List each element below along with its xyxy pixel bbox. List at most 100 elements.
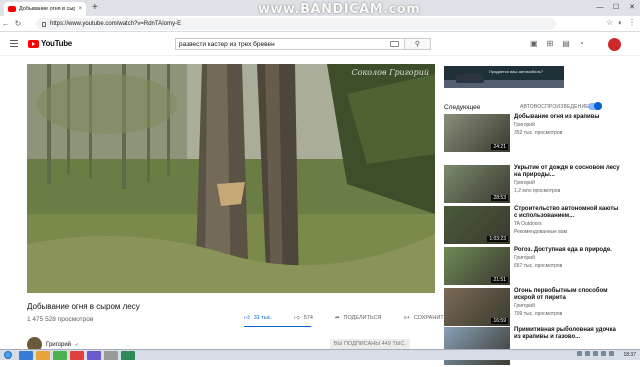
app-taskbar-icon[interactable] [87,350,101,360]
start-button[interactable] [0,350,16,360]
video-watermark: Соколов Григорий [351,68,430,77]
tray-icon[interactable] [577,351,582,356]
lock-icon [42,21,46,27]
youtube-header: YouTube развести кастер из трех бревен ⚲… [0,32,640,56]
video-thumbnail[interactable]: 28:53 [444,165,510,203]
recommendation-meta: 657 тыс. просмотров [514,262,563,269]
browser-tab[interactable]: Добывание огня в сыр... × [4,2,86,16]
ad-text: Продается ваш автомобиль? [489,69,543,74]
recommendation-item[interactable]: 16:59 Огонь первобытным способом искрой о… [444,288,624,328]
bandicam-watermark: www.BANDICAM.com [258,2,421,17]
recommendation-title[interactable]: Примитивная рыболовная удочка из крапивы… [514,327,620,341]
keyboard-icon[interactable] [390,41,399,47]
browser-tab-bar: Добывание огня в сыр... × + www.BANDICAM… [0,0,640,17]
ad-banner[interactable]: Продается ваш автомобиль? [444,66,564,88]
clock: 18:37 [623,352,636,358]
duration-badge: 21:51 [491,277,508,283]
maximize-button[interactable]: ☐ [608,0,624,14]
search-icon: ⚲ [414,41,421,48]
recommendation-channel: TA Outdoors [514,221,542,227]
account-avatar[interactable] [608,38,621,51]
media-taskbar-icon[interactable] [70,350,84,360]
autoplay-toggle[interactable] [588,102,602,110]
recommendation-title[interactable]: Строительство автономной каюты с использ… [514,206,620,220]
explorer-taskbar-icon[interactable] [19,350,33,360]
bookmark-star-icon[interactable]: ☆ [606,18,613,27]
save-button[interactable]: СОХРАНИТЬ [414,315,447,321]
recommendation-meta: 799 тыс. просмотров [514,310,563,317]
apps-grid-icon[interactable]: ⊞ [547,39,554,48]
recommendation-item[interactable]: Примитивная рыболовная удочка из крапивы… [444,327,624,367]
duration-badge: 24:21 [491,144,508,150]
app3-taskbar-icon[interactable] [121,350,135,360]
upload-video-icon[interactable]: ▣ [530,39,538,48]
search-button[interactable]: ⚲ [405,38,431,50]
recommendation-item[interactable]: 21:51 Рогоз. Доступная еда в природе. Григ… [444,247,624,287]
minimize-button[interactable]: — [592,0,608,14]
youtube-favicon-icon [8,6,16,12]
view-count: 1 475 528 просмотров [27,316,94,323]
recommendation-channel: Григорий [514,255,535,261]
recommendation-meta: Рекомендованные вам [514,228,568,235]
url-text: https://www.youtube.com/watch?v=RdnTAIom… [50,21,182,27]
recommendation-info: Укрытие от дождя в сосновом лесу на прир… [514,165,620,205]
folder-taskbar-icon[interactable] [36,350,50,360]
tray-icon[interactable] [593,351,598,356]
url-field[interactable]: https://www.youtube.com/watch?v=RdnTAIom… [36,18,556,30]
dislike-count[interactable]: 574 [304,315,313,321]
video-player[interactable]: Соколов Григорий [27,64,435,293]
ad-car-graphic [456,74,484,83]
recommendation-info: Огонь первобытным способом искрой от пир… [514,288,620,328]
recommendation-channel: Григорий [514,122,535,128]
recommendation-title[interactable]: Укрытие от дождя в сосновом лесу на прир… [514,165,620,179]
chrome-taskbar-icon[interactable] [53,350,67,360]
recommendation-channel: Григорий [514,180,535,186]
browser-menu-icon[interactable]: ⋮ [628,18,636,27]
channel-name[interactable]: Григорий [46,342,71,348]
notifications-bell-icon[interactable]: ◔ [579,39,584,48]
video-actions: 👍︎ 31 тыс. 👎︎ 574 ➦ ПОДЕЛИТЬСЯ ≡+ СОХРАН… [244,315,475,321]
recommendation-info: Примитивная рыболовная удочка из крапивы… [514,327,620,367]
verified-icon: ✔ [75,341,79,347]
video-thumbnail[interactable]: 16:59 [444,288,510,326]
recommendation-item[interactable]: 1:03:23 Строительство автономной каюты с … [444,206,624,246]
video-thumbnail[interactable]: 21:51 [444,247,510,285]
hamburger-menu-icon[interactable] [10,40,18,47]
like-count[interactable]: 31 тыс. [254,315,272,321]
header-icons: ▣ ⊞ ▤ ◔ [530,39,584,48]
windows-taskbar: 18:37 [0,349,640,360]
duration-badge: 16:59 [491,318,508,324]
like-ratio-bar [244,326,312,327]
tray-icon[interactable] [601,351,606,356]
recommendation-title[interactable]: Добывание огня из крапивы [514,114,620,121]
save-icon: ≡+ [403,315,410,321]
recommendation-info: Добывание огня из крапивы Григорий 352 тыс… [514,114,620,154]
recommendation-meta: 352 тыс. просмотров [514,129,563,136]
like-icon[interactable]: 👍︎ [244,315,250,321]
recommendation-title[interactable]: Рогоз. Доступная еда в природе. [514,247,620,254]
autoplay-label: АВТОВОСПРОИЗВЕДЕНИЕ [520,104,589,110]
messages-icon[interactable]: ▤ [562,39,570,48]
extension-icon[interactable]: ◐ [618,18,623,27]
app2-taskbar-icon[interactable] [104,350,118,360]
search-query: развести кастер из трех бревен [179,40,275,48]
close-tab-icon[interactable]: × [78,6,82,12]
recommendation-title[interactable]: Огонь первобытным способом искрой от пир… [514,288,620,302]
video-thumbnail[interactable]: 24:21 [444,114,510,152]
volume-icon[interactable] [609,351,614,356]
youtube-logo[interactable]: YouTube [28,39,72,48]
video-thumbnail[interactable]: 1:03:23 [444,206,510,244]
tray-icon[interactable] [585,351,590,356]
recommendation-item[interactable]: 28:53 Укрытие от дождя в сосновом лесу на… [444,165,624,205]
new-tab-button[interactable]: + [92,2,98,14]
subscribe-button[interactable]: ВЫ ПОДПИСАНЫ 449 ТЫС. [330,339,410,349]
back-icon[interactable]: ← [0,19,12,28]
search-input[interactable]: развести кастер из трех бревен [175,38,405,50]
recommendation-info: Строительство автономной каюты с использ… [514,206,620,246]
duration-badge: 1:03:23 [487,236,508,242]
reload-icon[interactable]: ↻ [12,19,24,28]
recommendation-item[interactable]: 24:21 Добывание огня из крапивы Григорий 35… [444,114,624,154]
share-button[interactable]: ПОДЕЛИТЬСЯ [344,315,382,321]
close-window-button[interactable]: ✕ [624,0,640,14]
dislike-icon[interactable]: 👎︎ [294,315,300,321]
